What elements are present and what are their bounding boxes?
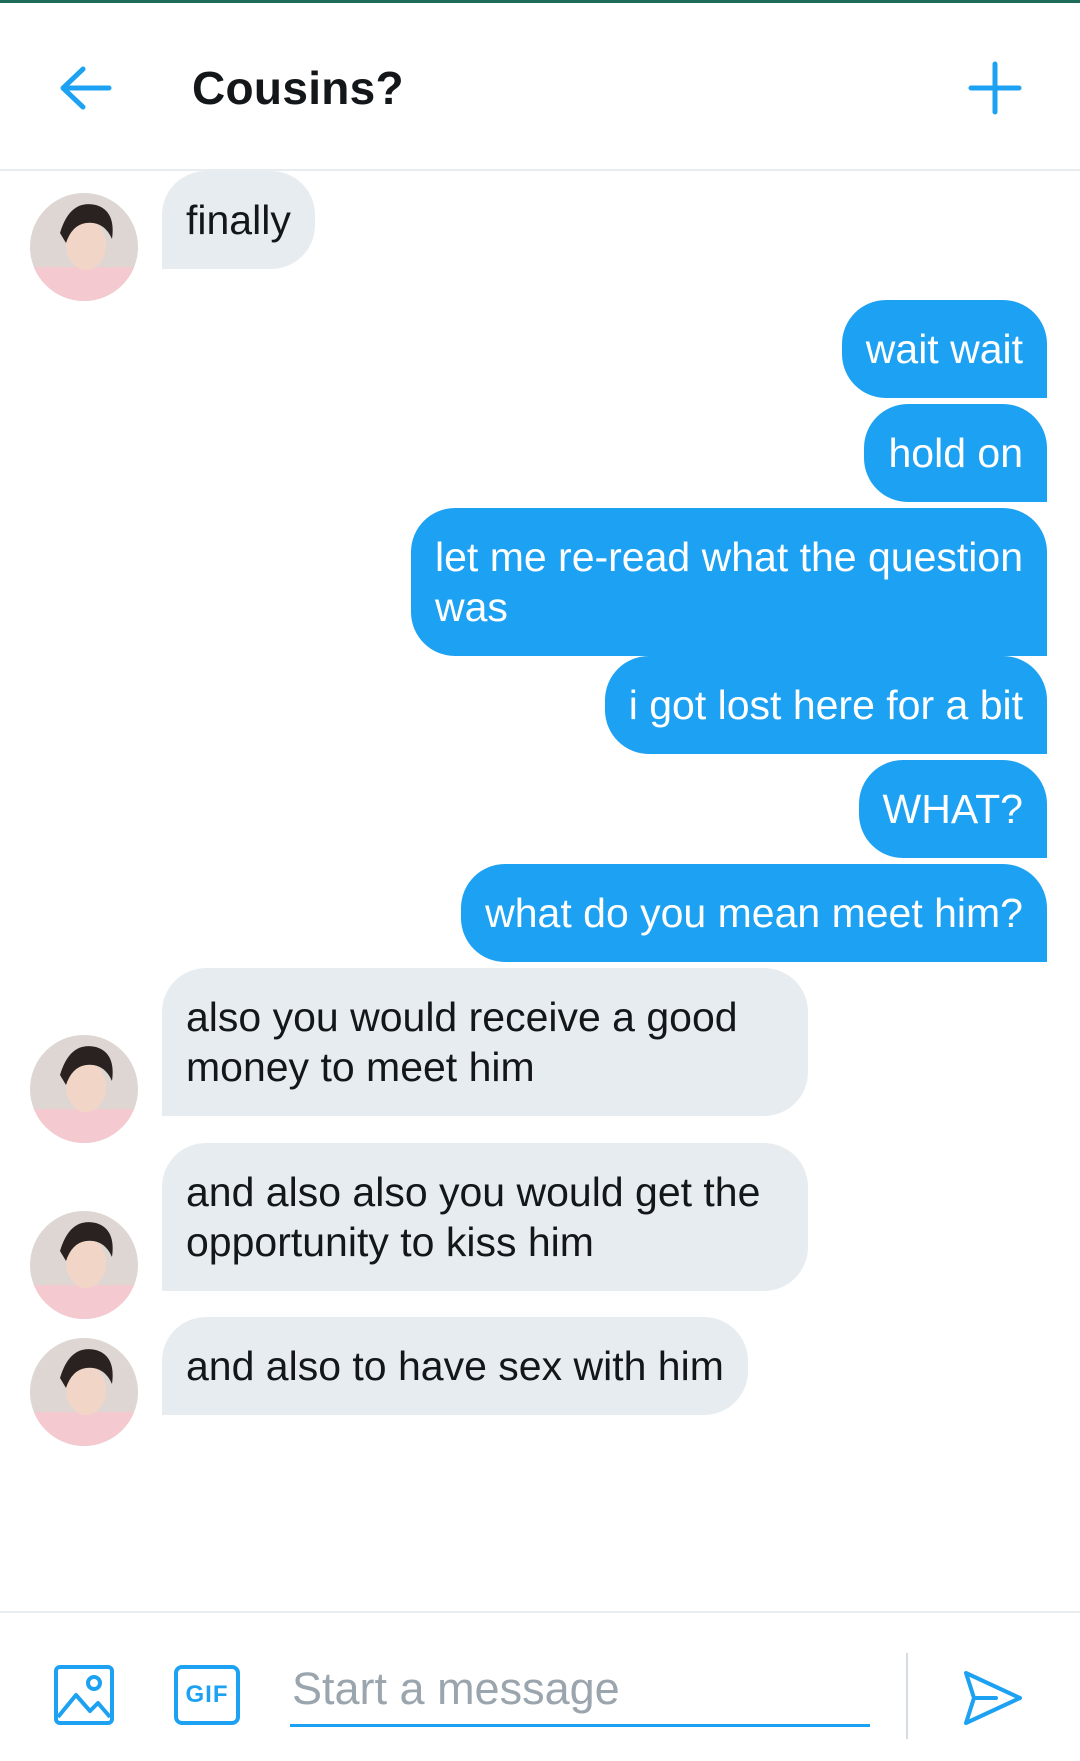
add-photo-button[interactable]	[52, 1663, 116, 1727]
message-bubble-incoming[interactable]: also you would receive a good money to m…	[162, 968, 808, 1116]
message-bubble-incoming[interactable]: finally	[162, 171, 315, 269]
conversation-header: Cousins?	[0, 3, 1080, 171]
message-bubble-incoming[interactable]: and also to have sex with him	[162, 1317, 748, 1415]
message-thread: finally wait wait hold on let me re-read…	[0, 171, 1080, 1611]
message-bubble-outgoing[interactable]: wait wait	[841, 300, 1047, 398]
message-bubble-outgoing[interactable]: hold on	[864, 404, 1047, 502]
image-icon	[54, 1665, 114, 1725]
avatar[interactable]	[30, 1035, 138, 1143]
page-title: Cousins?	[192, 62, 404, 114]
message-bubble-outgoing[interactable]: WHAT?	[858, 760, 1047, 858]
divider	[906, 1653, 908, 1739]
gif-button[interactable]: GIF	[174, 1665, 240, 1725]
avatar[interactable]	[30, 1211, 138, 1319]
avatar[interactable]	[30, 193, 138, 301]
send-button[interactable]	[960, 1665, 1026, 1731]
add-participant-button[interactable]	[962, 55, 1028, 121]
message-bubble-outgoing[interactable]: what do you mean meet him?	[461, 864, 1047, 962]
message-composer: GIF	[0, 1611, 1080, 1761]
plus-icon	[968, 61, 1022, 115]
arrow-left-icon	[60, 66, 112, 110]
avatar[interactable]	[30, 1338, 138, 1446]
message-bubble-outgoing[interactable]: i got lost here for a bit	[604, 656, 1047, 754]
send-icon	[964, 1671, 1022, 1725]
message-input[interactable]	[290, 1653, 870, 1727]
back-button[interactable]	[52, 55, 118, 121]
message-bubble-incoming[interactable]: and also also you would get the opportun…	[162, 1143, 808, 1291]
message-bubble-outgoing[interactable]: let me re-read what the question was	[411, 508, 1047, 656]
